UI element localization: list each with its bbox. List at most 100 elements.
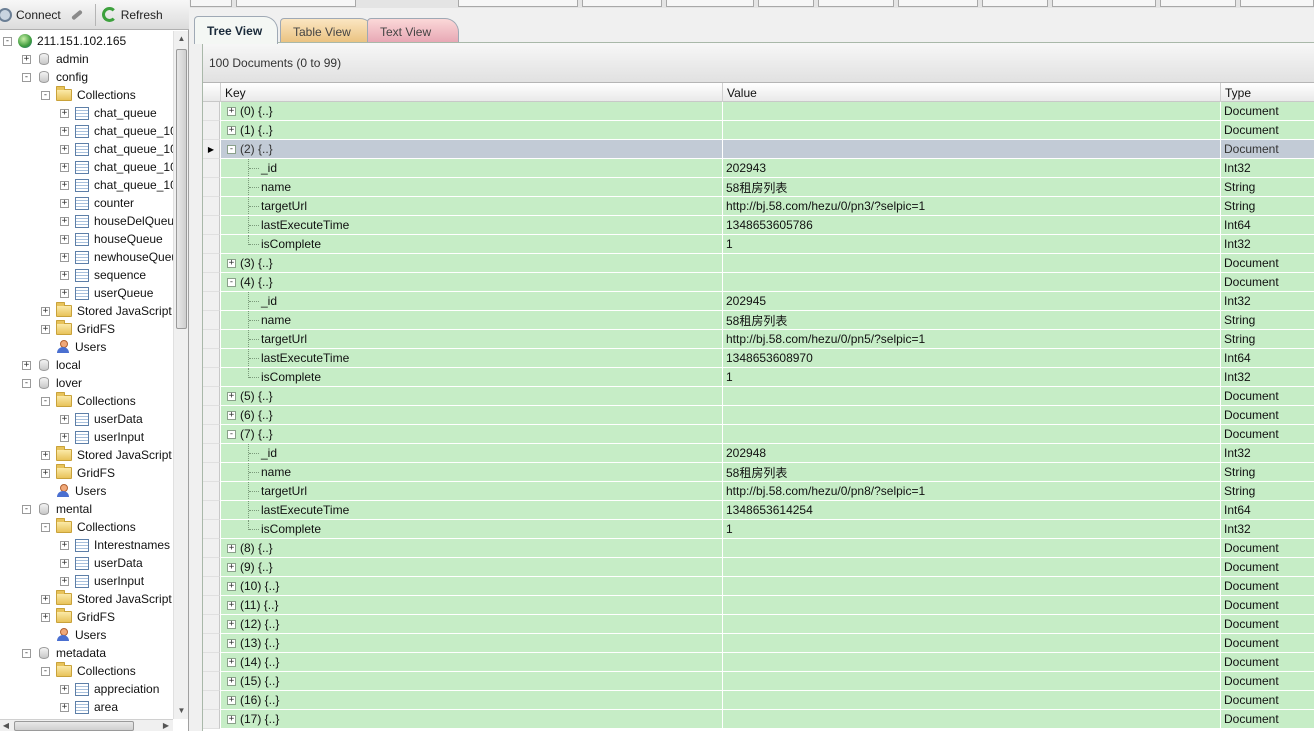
tree-node[interactable]: + houseDelQueue (60, 212, 173, 230)
expand-icon[interactable]: + (227, 543, 236, 553)
key-cell[interactable]: name (221, 311, 723, 330)
value-cell[interactable] (723, 558, 1221, 577)
expand-icon[interactable]: + (41, 594, 50, 604)
expand-icon[interactable]: + (60, 108, 69, 118)
key-cell[interactable]: name (221, 178, 723, 197)
value-cell[interactable]: 58租房列表 (723, 178, 1221, 197)
row-selector[interactable] (203, 121, 220, 140)
document-row[interactable]: + (8) {..} Document (203, 539, 1314, 558)
tree-node[interactable]: + userData (60, 410, 143, 428)
tree-node[interactable]: + area (60, 698, 118, 716)
collapse-icon[interactable]: - (227, 277, 236, 287)
column-header-value[interactable]: Value (723, 83, 1221, 102)
tree-node[interactable]: - Collections (41, 392, 136, 410)
row-selector[interactable] (203, 102, 220, 121)
value-cell[interactable]: 58租房列表 (723, 311, 1221, 330)
key-cell[interactable]: lastExecuteTime (221, 349, 723, 368)
document-row[interactable]: + (11) {..} Document (203, 596, 1314, 615)
value-cell[interactable]: 1 (723, 235, 1221, 254)
refresh-button[interactable]: Refresh (98, 3, 167, 27)
field-row[interactable]: _id 202948 Int32 (203, 444, 1314, 463)
key-cell[interactable]: - (2) {..} (221, 140, 723, 159)
scroll-down-arrow-icon[interactable]: ▼ (174, 703, 189, 718)
tree-node[interactable]: + userInput (60, 428, 144, 446)
row-selector[interactable] (203, 292, 220, 311)
value-cell[interactable]: 1348653605786 (723, 216, 1221, 235)
value-cell[interactable] (723, 596, 1221, 615)
tree-node[interactable]: + local (22, 356, 81, 374)
expand-icon[interactable]: + (60, 234, 69, 244)
key-cell[interactable]: targetUrl (221, 482, 723, 501)
expand-icon[interactable]: + (227, 581, 236, 591)
value-cell[interactable]: 1 (723, 368, 1221, 387)
expand-icon[interactable]: + (227, 638, 236, 648)
row-selector[interactable] (203, 406, 220, 425)
document-row[interactable]: + (13) {..} Document (203, 634, 1314, 653)
document-row[interactable]: + (12) {..} Document (203, 615, 1314, 634)
row-selector[interactable] (203, 653, 220, 672)
value-cell[interactable]: 202945 (723, 292, 1221, 311)
value-cell[interactable]: http://bj.58.com/hezu/0/pn3/?selpic=1 (723, 197, 1221, 216)
collapse-icon[interactable]: - (227, 144, 236, 154)
collapse-icon[interactable]: - (41, 90, 50, 100)
key-cell[interactable]: - (4) {..} (221, 273, 723, 292)
tree-node[interactable]: + userData (60, 554, 143, 572)
row-selector[interactable] (203, 463, 220, 482)
value-cell[interactable] (723, 387, 1221, 406)
document-row[interactable]: + (14) {..} Document (203, 653, 1314, 672)
expand-icon[interactable]: + (227, 258, 236, 268)
row-selector[interactable] (203, 539, 220, 558)
key-cell[interactable]: _id (221, 159, 723, 178)
row-selector[interactable] (203, 558, 220, 577)
tree-node[interactable]: + chat_queue_10. (60, 158, 173, 176)
tree-node[interactable]: + newhouseQueu (60, 248, 173, 266)
key-cell[interactable]: targetUrl (221, 330, 723, 349)
expand-icon[interactable]: + (227, 676, 236, 686)
row-selector[interactable] (203, 501, 220, 520)
expand-icon[interactable]: + (60, 144, 69, 154)
row-selector[interactable] (203, 216, 220, 235)
toolbar-button[interactable] (458, 0, 578, 7)
tree-node[interactable]: + chat_queue_10. (60, 122, 173, 140)
field-row[interactable]: name 58租房列表 String (203, 463, 1314, 482)
toolbar-button[interactable] (190, 0, 232, 7)
value-cell[interactable] (723, 672, 1221, 691)
expand-icon[interactable]: + (60, 540, 69, 550)
tree-node[interactable]: Users (41, 338, 106, 356)
expand-icon[interactable]: + (41, 468, 50, 478)
scrollbar-thumb[interactable] (14, 721, 134, 731)
key-cell[interactable]: + (10) {..} (221, 577, 723, 596)
value-cell[interactable] (723, 406, 1221, 425)
value-cell[interactable]: http://bj.58.com/hezu/0/pn8/?selpic=1 (723, 482, 1221, 501)
tree-node[interactable]: + Stored JavaScript (41, 446, 172, 464)
row-selector[interactable] (203, 425, 220, 444)
collapse-icon[interactable]: - (3, 36, 12, 46)
expand-icon[interactable]: + (60, 198, 69, 208)
field-row[interactable]: _id 202943 Int32 (203, 159, 1314, 178)
expand-icon[interactable]: + (227, 600, 236, 610)
collapse-icon[interactable]: - (22, 504, 31, 514)
tree-node[interactable]: - Collections (41, 662, 136, 680)
row-selector[interactable] (203, 710, 220, 729)
value-cell[interactable] (723, 691, 1221, 710)
collapse-icon[interactable]: - (227, 429, 236, 439)
expand-icon[interactable]: + (227, 391, 236, 401)
tree-vertical-scrollbar[interactable]: ▲ ▼ (173, 31, 188, 719)
expand-icon[interactable]: + (60, 558, 69, 568)
field-row[interactable]: targetUrl http://bj.58.com/hezu/0/pn3/?se… (203, 197, 1314, 216)
key-cell[interactable]: + (13) {..} (221, 634, 723, 653)
toolbar-button[interactable] (666, 0, 754, 7)
document-row[interactable]: + (1) {..} Document (203, 121, 1314, 140)
scroll-left-arrow-icon[interactable]: ◀ (0, 720, 12, 731)
document-row[interactable]: + (3) {..} Document (203, 254, 1314, 273)
toolbar-button[interactable] (818, 0, 894, 7)
expand-icon[interactable]: + (60, 432, 69, 442)
expand-icon[interactable]: + (227, 714, 236, 724)
value-cell[interactable]: 58租房列表 (723, 463, 1221, 482)
expand-icon[interactable]: + (227, 619, 236, 629)
column-header-type[interactable]: Type (1221, 83, 1314, 102)
toolbar-button[interactable] (1160, 0, 1236, 7)
column-header-key[interactable]: Key (221, 83, 723, 102)
key-cell[interactable]: targetUrl (221, 197, 723, 216)
expand-icon[interactable]: + (227, 106, 236, 116)
